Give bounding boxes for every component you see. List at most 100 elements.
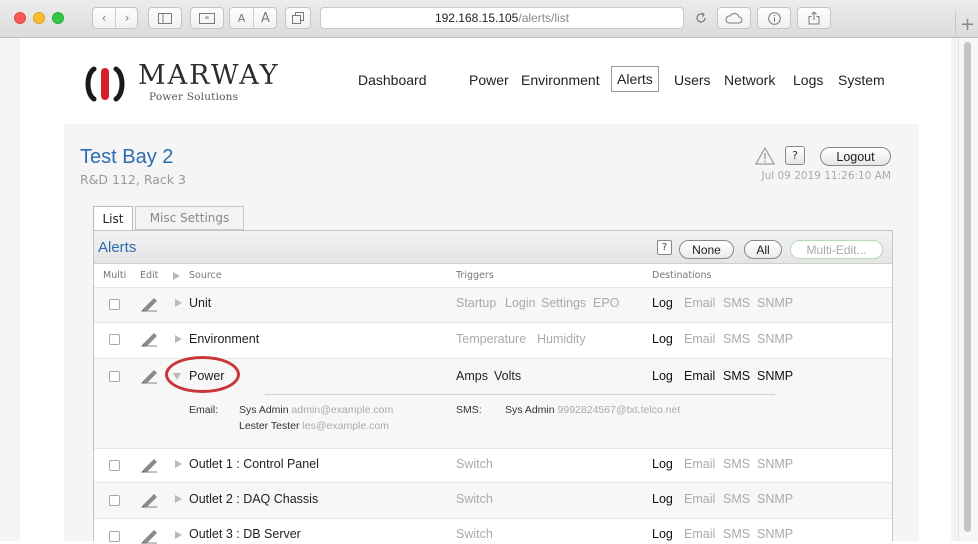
brand-tagline: Power Solutions — [149, 91, 239, 103]
sms-label: SMS: — [456, 404, 482, 416]
select-all-button[interactable]: All — [744, 240, 782, 259]
dest-sms: SMS — [723, 527, 751, 541]
trigger-temperature: Temperature — [456, 332, 527, 346]
logout-button[interactable]: Logout — [820, 147, 891, 166]
page-subtitle: R&D 112, Rack 3 — [80, 172, 186, 187]
trigger-startup: Startup — [456, 296, 497, 310]
dest-email: Email — [684, 296, 716, 310]
marway-logo — [85, 66, 125, 102]
tabs-overview-button[interactable] — [285, 7, 311, 29]
scrollbar-thumb[interactable] — [964, 42, 971, 532]
expand-triangle-icon[interactable] — [175, 495, 182, 503]
nav-environment[interactable]: Environment — [521, 72, 600, 88]
edit-pencil-icon[interactable] — [139, 296, 159, 312]
detail-separator — [265, 394, 775, 395]
recipient-address: admin@example.com — [291, 404, 394, 416]
row-checkbox[interactable] — [109, 371, 120, 382]
plus-icon: + — [959, 13, 976, 35]
select-none-button[interactable]: None — [679, 240, 734, 259]
address-bar[interactable]: 192.168.15.105/alerts/list — [320, 7, 684, 29]
dest-email: Email — [684, 492, 716, 506]
expand-triangle-icon[interactable] — [175, 531, 182, 539]
trigger-humidity: Humidity — [537, 332, 586, 346]
row-checkbox[interactable] — [109, 460, 120, 471]
close-window-button[interactable] — [14, 12, 26, 24]
dest-snmp: SNMP — [757, 527, 794, 541]
nav-power[interactable]: Power — [469, 72, 509, 88]
edit-pencil-icon[interactable] — [139, 368, 159, 384]
nav-network[interactable]: Network — [724, 72, 775, 88]
row-checkbox[interactable] — [109, 299, 120, 310]
recipient-address: les@example.com — [302, 420, 389, 432]
minimize-window-button[interactable] — [33, 12, 45, 24]
dest-sms: SMS — [723, 457, 751, 471]
dest-log: Log — [652, 492, 673, 506]
tab-misc-settings[interactable]: Misc Settings — [135, 206, 244, 230]
info-button[interactable] — [757, 7, 791, 29]
row-checkbox[interactable] — [109, 531, 120, 542]
sidebar-icon — [158, 12, 172, 24]
edit-pencil-icon[interactable] — [139, 528, 159, 544]
row-checkbox[interactable] — [109, 334, 120, 345]
help-button[interactable]: ? — [785, 146, 805, 165]
text-size-group: A A — [229, 7, 277, 29]
email-label: Email: — [189, 404, 219, 416]
recipient-name: Sys Admin — [239, 404, 289, 416]
recipient-name: Lester Tester — [239, 420, 300, 432]
edit-pencil-icon[interactable] — [139, 492, 159, 508]
url-host: 192.168.15.105 — [434, 11, 519, 25]
reload-button[interactable] — [690, 7, 712, 29]
alert-source: Environment — [189, 332, 260, 346]
expand-triangle-icon[interactable] — [175, 299, 182, 307]
nav-dashboard[interactable]: Dashboard — [358, 72, 427, 88]
icloud-button[interactable] — [717, 7, 751, 29]
share-icon — [808, 11, 820, 25]
dest-sms: SMS — [723, 296, 751, 310]
nav-alerts[interactable]: Alerts — [611, 66, 659, 92]
expand-triangle-icon[interactable] — [175, 335, 182, 343]
trigger-switch: Switch — [456, 492, 493, 506]
new-tab-button[interactable]: + — [955, 11, 978, 37]
recipient-address: 9992824567@txt.telco.net — [557, 404, 681, 416]
svg-text:*: * — [205, 15, 210, 24]
dest-email: Email — [684, 457, 716, 471]
dest-log: Log — [652, 296, 673, 310]
nav-logs[interactable]: Logs — [793, 72, 823, 88]
warning-icon[interactable] — [755, 147, 775, 165]
tab-list[interactable]: List — [93, 206, 133, 231]
bookmarks-button[interactable]: * — [190, 7, 224, 29]
text-smaller-button[interactable]: A — [230, 8, 254, 28]
star-bookmark-icon: * — [199, 12, 215, 24]
sidebar-button[interactable] — [148, 7, 182, 29]
browser-toolbar: ‹ › * A A 192.168.15.105/alerts/list + — [0, 0, 978, 38]
edit-pencil-icon[interactable] — [139, 331, 159, 347]
cloud-icon — [725, 13, 743, 24]
reload-icon — [696, 12, 706, 23]
multi-edit-button[interactable]: Multi-Edit... — [790, 240, 883, 259]
chevron-left-icon: ‹ — [101, 11, 107, 25]
expand-all-triangle-icon[interactable] — [173, 272, 180, 280]
col-multi: Multi — [103, 270, 127, 281]
dest-sms: SMS — [723, 492, 751, 506]
alerts-help-button[interactable]: ? — [657, 240, 672, 255]
dest-log: Log — [652, 527, 673, 541]
dest-snmp: SNMP — [757, 296, 794, 310]
text-larger-button[interactable]: A — [254, 8, 277, 28]
zoom-window-button[interactable] — [52, 12, 64, 24]
highlight-circle — [165, 356, 240, 393]
email-recipient: Sys Admin admin@example.com — [239, 404, 393, 416]
forward-button[interactable]: › — [116, 8, 138, 28]
edit-pencil-icon[interactable] — [139, 457, 159, 473]
expand-triangle-icon[interactable] — [175, 460, 182, 468]
trigger-volts: Volts — [494, 369, 522, 383]
share-button[interactable] — [797, 7, 831, 29]
dest-log: Log — [652, 457, 673, 471]
email-recipient: Lester Tester les@example.com — [239, 420, 389, 432]
dest-email: Email — [684, 369, 716, 383]
back-button[interactable]: ‹ — [93, 8, 116, 28]
nav-system[interactable]: System — [838, 72, 885, 88]
trigger-settings: Settings — [541, 296, 587, 310]
nav-users[interactable]: Users — [674, 72, 711, 88]
row-checkbox[interactable] — [109, 495, 120, 506]
alert-source: Outlet 3 : DB Server — [189, 527, 301, 541]
